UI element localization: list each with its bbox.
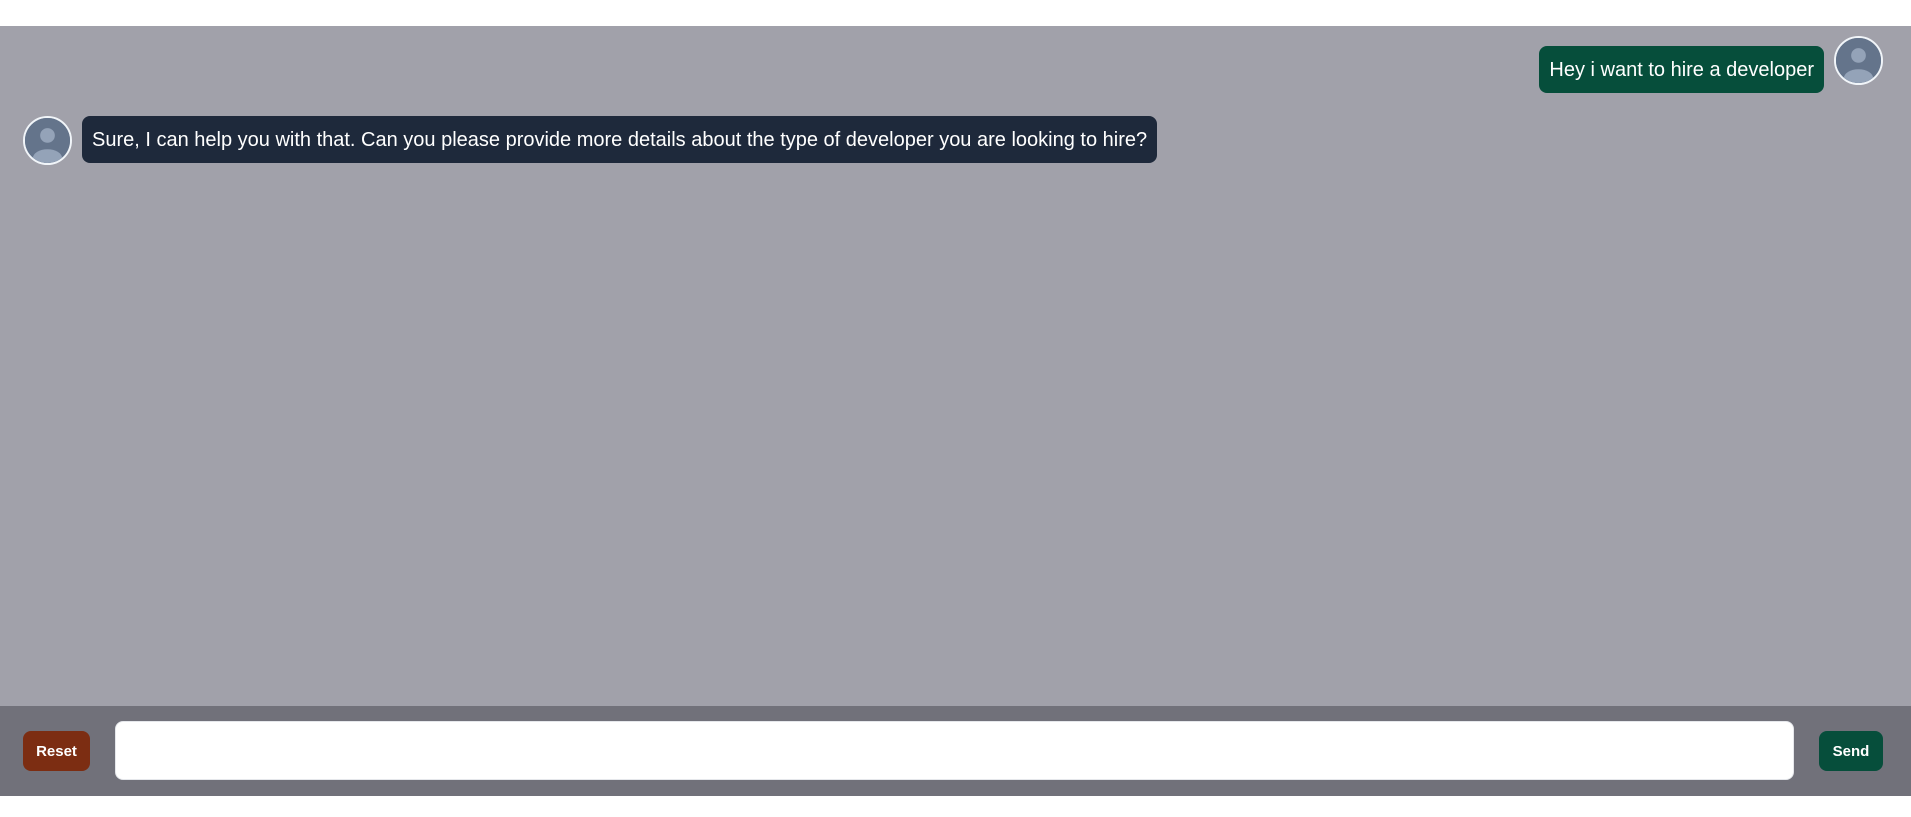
message-input[interactable] xyxy=(115,721,1794,780)
user-avatar-svg xyxy=(1836,38,1881,83)
bot-avatar-icon xyxy=(23,116,72,165)
message-row-user: Hey i want to hire a developer xyxy=(1539,36,1883,93)
bot-avatar-svg xyxy=(25,118,70,163)
bottom-strip xyxy=(0,796,1911,817)
top-strip xyxy=(0,0,1911,26)
send-button[interactable]: Send xyxy=(1819,731,1883,771)
bot-message-bubble: Sure, I can help you with that. Can you … xyxy=(82,116,1158,163)
reset-button[interactable]: Reset xyxy=(23,731,90,771)
user-message-bubble: Hey i want to hire a developer xyxy=(1539,46,1824,93)
message-row-bot: Sure, I can help you with that. Can you … xyxy=(23,116,1158,165)
composer-bar: Reset Send xyxy=(0,706,1911,796)
chat-messages-area[interactable]: Hey i want to hire a developer Sure, I c… xyxy=(0,26,1911,706)
user-avatar-icon xyxy=(1834,36,1883,85)
